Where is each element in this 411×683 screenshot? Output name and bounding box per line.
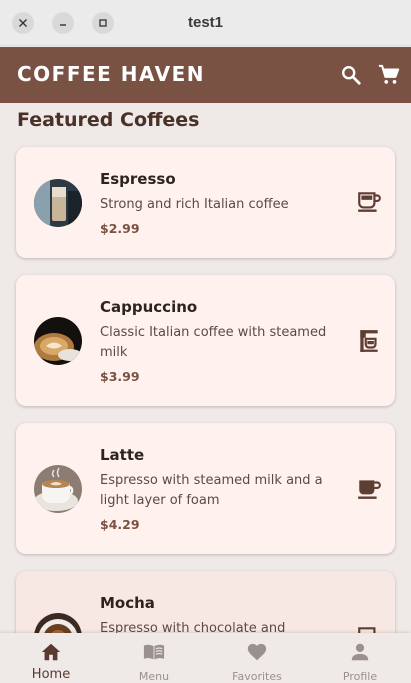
coffee-maker-icon [360,330,378,352]
coffee-cup-icon [358,480,381,499]
app-title: COFFEE HAVEN [17,62,206,86]
product-card-latte[interactable]: Latte Espresso with steamed milk and a l… [16,423,395,554]
menu-book-icon [143,644,165,660]
window-titlebar: test1 [0,0,411,46]
person-icon [351,643,369,661]
cart-icon[interactable] [378,64,400,86]
home-icon [41,643,61,661]
product-name: Latte [100,446,145,464]
nav-item-favorites[interactable]: Favorites [206,633,308,683]
product-price: $4.29 [100,517,140,532]
product-image [34,317,82,365]
nav-item-home[interactable]: Home [0,633,102,683]
window-title: test1 [187,14,224,31]
product-name: Espresso [100,170,176,188]
nav-label: Menu [138,670,170,683]
nav-item-profile[interactable]: Profile [309,633,411,683]
product-price: $3.99 [100,369,140,384]
app-bar: COFFEE HAVEN [0,47,411,103]
product-name: Cappuccino [100,298,198,316]
nav-label: Home [31,667,71,682]
product-price: $2.99 [100,221,140,236]
product-image [34,465,82,513]
product-image [34,179,82,227]
nav-label: Profile [342,670,378,683]
bottom-navigation: Home Menu Favorites Profile [0,633,411,683]
nav-item-menu[interactable]: Menu [103,633,205,683]
nav-label: Favorites [232,670,282,683]
coffee-cup-icon [358,192,381,212]
search-icon[interactable] [340,64,362,86]
product-name: Mocha [100,594,155,612]
heart-icon [247,643,267,661]
product-description: Strong and rich Italian coffee [100,197,289,212]
product-description: Espresso with steamed milk and a light l… [100,473,323,508]
product-card-espresso[interactable]: Espresso Strong and rich Italian coffee … [16,147,395,258]
product-card-cappuccino[interactable]: Cappuccino Classic Italian coffee with s… [16,275,395,406]
section-title: Featured Coffees [17,109,200,131]
product-description: Classic Italian coffee with steamed milk [100,325,327,360]
